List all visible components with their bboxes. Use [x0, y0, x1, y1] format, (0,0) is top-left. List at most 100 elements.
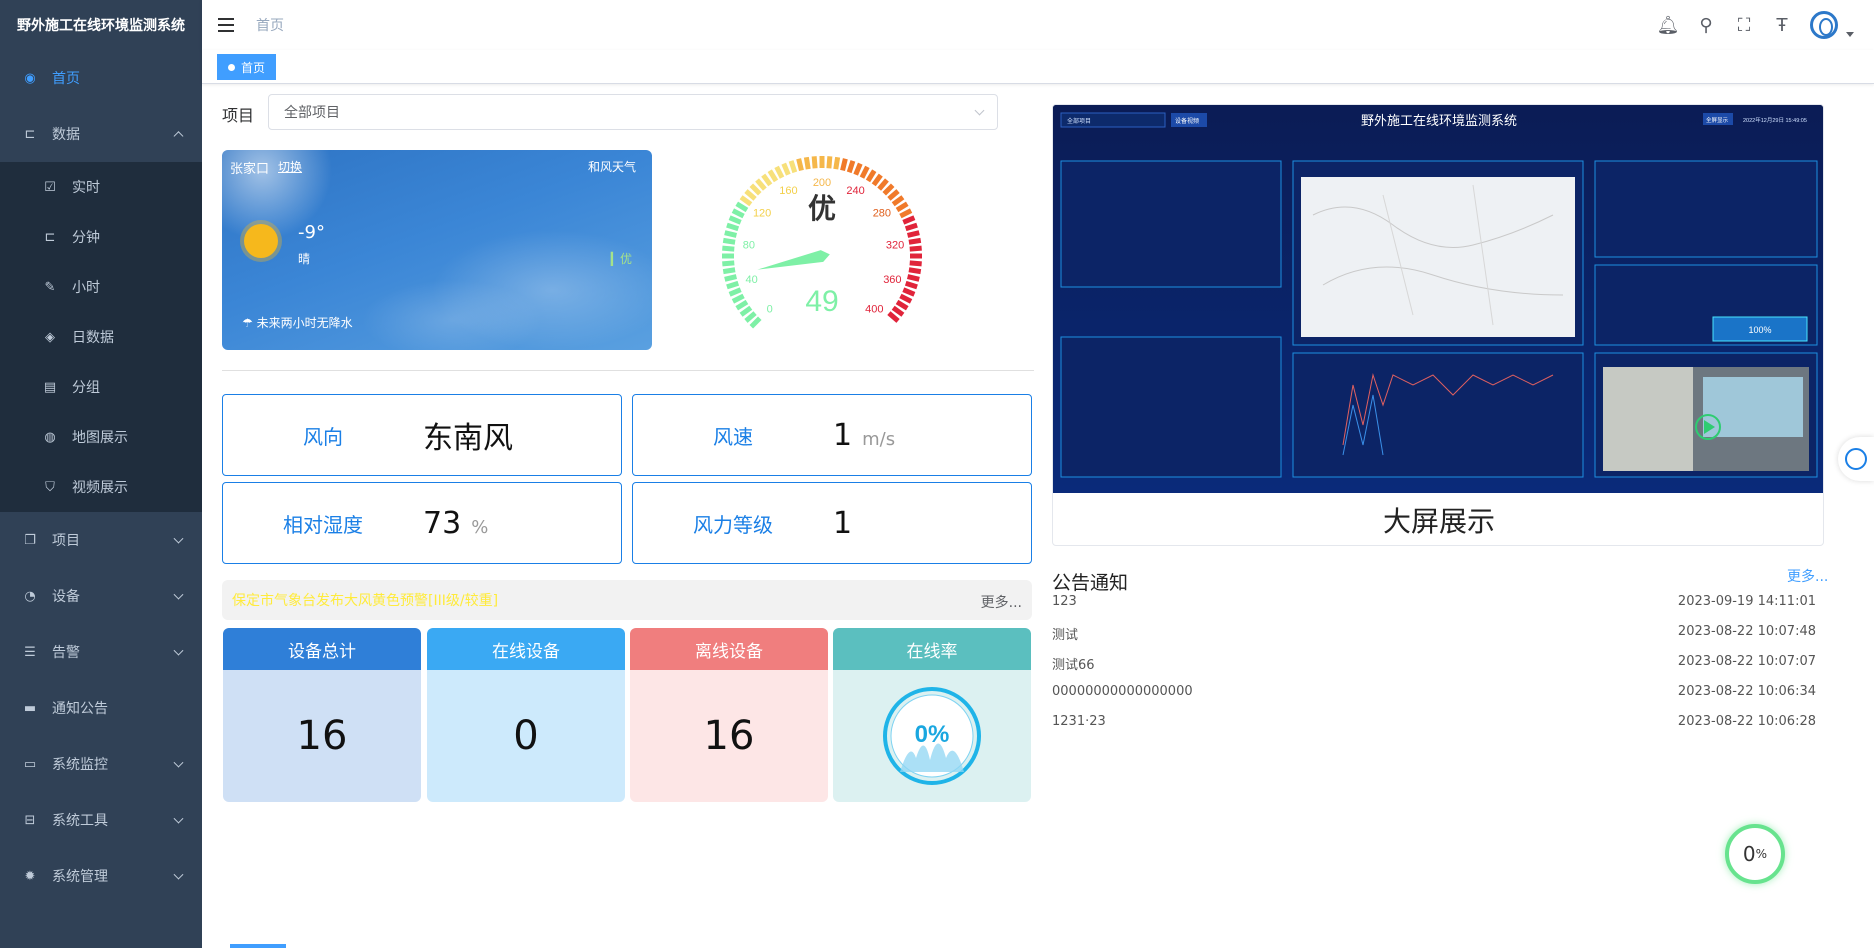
gauge-arc-segment: [887, 189, 900, 201]
sidebar-item-alarm[interactable]: ☰ 告警: [0, 624, 202, 680]
weather-alert-bar[interactable]: 保定市气象台发布大风黄色预警[III级/较重] 更多...: [222, 580, 1032, 620]
notice-row[interactable]: 1231·23 2023-08-22 10:06:28: [1052, 714, 1824, 734]
gauge-arc-segment: [859, 165, 870, 179]
font-size-icon[interactable]: Ŧ: [1772, 15, 1792, 36]
submenu-data: ☑ 实时 ⊏ 分钟 ✎ 小时 ◈ 日数据 ▤ 分组 ◍ 地图展示 ⛉ 视频展示: [0, 162, 202, 512]
notice-row-title: 00000000000000000: [1052, 684, 1193, 699]
side-float-button[interactable]: [1838, 437, 1874, 481]
gauge-tick-label: 320: [886, 239, 904, 251]
navbar: 首页 🔔︎ ⚲ ⛶ Ŧ: [202, 0, 1874, 50]
chevron-up-icon: [173, 131, 184, 142]
stat-offline-devices: 离线设备 16: [630, 628, 828, 802]
sidebar-item-hour[interactable]: ✎ 小时: [0, 262, 202, 312]
project-select[interactable]: 全部项目: [268, 94, 998, 130]
notice-row[interactable]: 测试 2023-08-22 10:07:48: [1052, 624, 1824, 644]
gauge-arc-segment: [909, 260, 922, 267]
app-title: 野外施工在线环境监测系统: [17, 18, 185, 34]
sidebar-item-label: 系统管理: [52, 869, 108, 885]
dashboard-icon: ◉: [24, 70, 36, 86]
notice-row[interactable]: 00000000000000000 2023-08-22 10:06:34: [1052, 684, 1824, 704]
notice-more-link[interactable]: 更多...: [1787, 566, 1828, 586]
sidebar-item-label: 数据: [52, 127, 80, 143]
sidebar-item-device[interactable]: ◔ 设备: [0, 568, 202, 624]
sidebar-item-map[interactable]: ◍ 地图展示: [0, 412, 202, 462]
gauge-arc-segment: [904, 222, 918, 232]
tag-home[interactable]: 首页: [217, 54, 277, 80]
project-select-value: 全部项目: [284, 105, 340, 121]
sidebar-item-label: 首页: [52, 71, 80, 87]
notice-row-title: 测试: [1052, 628, 1079, 643]
chevron-down-icon: [173, 645, 184, 656]
notice-row-title: 123: [1052, 594, 1077, 609]
weather-brand[interactable]: 和风天气: [588, 158, 636, 175]
gauge-arc-segment: [722, 245, 735, 252]
sidebar-item-home[interactable]: ◉ 首页: [0, 50, 202, 106]
weather-switch-link[interactable]: 切换: [278, 158, 302, 175]
bell-icon[interactable]: 🔔︎: [1657, 15, 1680, 36]
metric-wind-direction: 风向 东南风: [222, 394, 622, 476]
bigscreen-card[interactable]: 全部项目 设备视频 野外施工在线环境监测系统 全屏显示 2022年12月29日 …: [1052, 104, 1824, 546]
alert-text: 保定市气象台发布大风黄色预警[III级/较重]: [232, 593, 499, 609]
bigscreen-preview[interactable]: 全部项目 设备视频 野外施工在线环境监测系统 全屏显示 2022年12月29日 …: [1053, 105, 1824, 493]
gauge-arc-segment: [877, 178, 889, 191]
data-icon: ⊏: [24, 126, 36, 142]
sidebar-item-tool[interactable]: ⊟ 系统工具: [0, 792, 202, 848]
sidebar-item-realtime[interactable]: ☑ 实时: [0, 162, 202, 212]
avatar[interactable]: [1810, 11, 1838, 39]
preview-rate: 100%: [1748, 325, 1771, 335]
gauge-arc-segment: [904, 280, 918, 290]
gauge-tick-label: 40: [745, 274, 757, 286]
gauge-arc-segment: [826, 156, 833, 169]
minute-icon: ⊏: [44, 229, 56, 245]
preview-fullscreen-btn: 全屏显示: [1706, 116, 1729, 124]
sidebar-item-data[interactable]: ⊏ 数据: [0, 106, 202, 162]
notice-icon: ▬: [23, 700, 37, 716]
bigscreen-title[interactable]: 大屏展示: [1053, 493, 1823, 545]
aqi-gauge: 0 40 80 120 160 200 240 280 320 360 400 优 49: [722, 156, 922, 329]
sidebar-item-minute[interactable]: ⊏ 分钟: [0, 212, 202, 262]
sidebar-item-group[interactable]: ▤ 分组: [0, 362, 202, 412]
gauge-arc-segment: [749, 316, 762, 329]
metric-label: 相对湿度: [283, 512, 363, 537]
sidebar-item-video[interactable]: ⛉ 视频展示: [0, 462, 202, 512]
caret-down-icon[interactable]: [1846, 31, 1854, 37]
sidebar-item-project[interactable]: ❐ 项目: [0, 512, 202, 568]
chevron-down-icon: [974, 105, 985, 116]
gauge-arc-segment: [726, 222, 740, 232]
stat-label: 设备总计: [223, 628, 421, 670]
fullscreen-icon[interactable]: ⛶: [1734, 15, 1754, 36]
sidebar-item-label: 日数据: [72, 330, 114, 346]
gauge-arc-segment: [833, 156, 841, 170]
alert-more-link[interactable]: 更多...: [981, 592, 1022, 612]
sidebar-item-notice[interactable]: ▬ 通知公告: [0, 680, 202, 736]
sidebar-item-system[interactable]: ✹ 系统管理: [0, 848, 202, 904]
search-icon[interactable]: ⚲: [1696, 15, 1716, 36]
gauge-arc-segment: [735, 299, 749, 311]
notice-row[interactable]: 测试66 2023-08-22 10:07:07: [1052, 654, 1824, 674]
daily-icon: ◈: [45, 329, 55, 345]
gauge-tick-label: 360: [883, 274, 901, 286]
sidebar-item-daily[interactable]: ◈ 日数据: [0, 312, 202, 362]
gauge-arc-segment: [853, 162, 863, 176]
water-ball-icon: 0%: [883, 687, 981, 785]
main-content: 项目 全部项目 张家口 切换 和风天气 -9° 晴 ▎优 ☂︎ 未来两小时无降水…: [202, 84, 1874, 948]
gauge-tick-label: 0: [767, 303, 773, 315]
preview-time: 2022年12月29日 15:49:05: [1743, 116, 1807, 124]
hamburger-icon[interactable]: [218, 18, 234, 32]
stat-total-devices: 设备总计 16: [223, 628, 421, 802]
notice-row[interactable]: 123 2023-09-19 14:11:01: [1052, 594, 1824, 614]
gauge-arc-segment: [865, 169, 877, 183]
progress-value: 0: [1742, 842, 1756, 866]
gauge-arc-segment: [728, 287, 742, 297]
gear-icon: ✹: [24, 868, 36, 884]
gauge-arc-segment: [908, 237, 922, 245]
sidebar-item-monitor[interactable]: ▭ 系统监控: [0, 736, 202, 792]
weather-aqi: ▎优: [610, 252, 632, 266]
gauge-arc-segment: [902, 287, 916, 297]
realtime-icon: ☑: [44, 179, 56, 195]
gauge-arc-segment: [902, 215, 916, 225]
breadcrumb[interactable]: 首页: [256, 15, 284, 35]
weather-city: 张家口: [230, 162, 270, 177]
gauge-arc-segment: [728, 215, 742, 225]
gauge-arc-segment: [722, 237, 736, 245]
